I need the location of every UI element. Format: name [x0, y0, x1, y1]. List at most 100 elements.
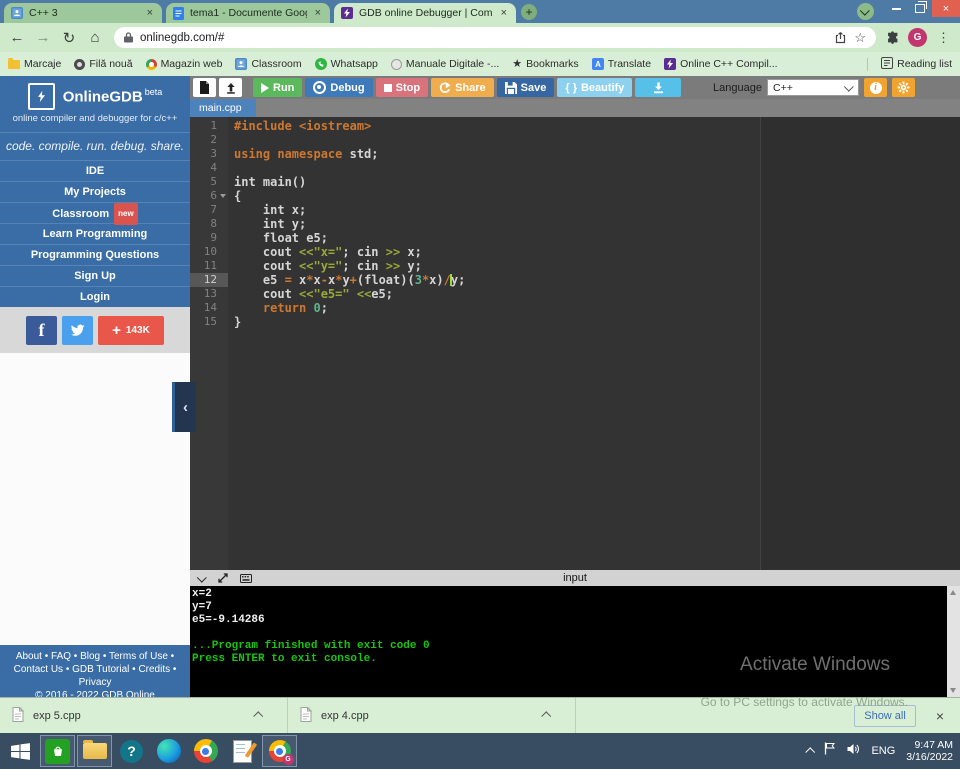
- footer-link[interactable]: Privacy: [79, 677, 112, 688]
- forward-button[interactable]: →: [34, 29, 52, 46]
- save-button[interactable]: Save: [497, 78, 555, 97]
- upload-button[interactable]: [219, 78, 242, 97]
- run-button[interactable]: Run: [253, 78, 302, 97]
- bookmark-item[interactable]: Magazin web: [146, 58, 223, 70]
- code-line: [234, 133, 960, 147]
- reading-list-button[interactable]: Reading list: [881, 57, 952, 72]
- taskbar-edge-button[interactable]: [151, 735, 186, 767]
- collapse-console-icon[interactable]: [199, 575, 206, 582]
- bookmark-item[interactable]: Whatsapp: [315, 58, 378, 70]
- reload-button[interactable]: ↻: [60, 29, 78, 47]
- beautify-button[interactable]: { }Beautify: [557, 78, 632, 97]
- bookmark-item[interactable]: Filă nouă: [74, 58, 132, 70]
- fold-caret-icon[interactable]: [220, 194, 226, 198]
- footer-link[interactable]: Contact Us: [14, 664, 63, 675]
- gplus-share-button[interactable]: + 143K: [98, 316, 164, 345]
- extensions-puzzle-icon[interactable]: [886, 31, 900, 45]
- sidebar-item-sign-up[interactable]: Sign Up: [0, 265, 190, 286]
- sidebar-item-programming-questions[interactable]: Programming Questions: [0, 244, 190, 265]
- reading-list-label: Reading list: [897, 58, 952, 70]
- chevron-up-icon[interactable]: [542, 710, 549, 722]
- sidebar-item-login[interactable]: Login: [0, 286, 190, 307]
- taskbar-store-button[interactable]: [40, 735, 75, 767]
- restore-button[interactable]: [908, 0, 932, 17]
- tab-search-button[interactable]: [857, 3, 874, 20]
- console-scrollbar[interactable]: [947, 586, 960, 697]
- action-center-flag-icon[interactable]: [824, 742, 836, 760]
- console-line: [192, 627, 960, 640]
- tab-close-icon[interactable]: ×: [313, 7, 323, 19]
- collapse-sidebar-handle[interactable]: ‹: [172, 382, 196, 432]
- browser-tab[interactable]: tema1 - Documente Google×: [166, 3, 330, 23]
- bookmark-label: Magazin web: [161, 58, 223, 70]
- sidebar-item-learn-programming[interactable]: Learn Programming: [0, 223, 190, 244]
- twitter-button[interactable]: [62, 316, 93, 345]
- tab-close-icon[interactable]: ×: [145, 7, 155, 19]
- minimize-button[interactable]: [884, 0, 908, 17]
- new-file-icon: [199, 81, 210, 94]
- taskbar-start-button[interactable]: [3, 735, 38, 767]
- lock-icon: [124, 32, 133, 43]
- bookmark-item[interactable]: Marcaje: [8, 58, 61, 70]
- download-button[interactable]: [635, 78, 681, 97]
- profile-avatar[interactable]: G: [908, 28, 927, 47]
- footer-link[interactable]: Blog: [80, 651, 100, 662]
- sidebar-item-my-projects[interactable]: My Projects: [0, 181, 190, 202]
- footer-link[interactable]: About: [16, 651, 42, 662]
- footer-link[interactable]: Terms of Use: [109, 651, 168, 662]
- settings-button[interactable]: [892, 78, 915, 97]
- download-item[interactable]: exp 5.cpp: [0, 698, 288, 733]
- facebook-button[interactable]: f: [26, 316, 57, 345]
- chevron-up-icon[interactable]: [254, 710, 261, 722]
- taskbar-help-button[interactable]: ?: [114, 735, 149, 767]
- bookmark-item[interactable]: Online C++ Compil...: [664, 58, 777, 70]
- close-button[interactable]: ×: [932, 0, 960, 17]
- new-file-button[interactable]: [193, 78, 216, 97]
- taskbar-chrome-window-button[interactable]: G: [262, 735, 297, 767]
- whatsapp-icon: [315, 58, 327, 70]
- logo-block[interactable]: OnlineGDBbeta online compiler and debugg…: [0, 76, 190, 132]
- expand-console-icon[interactable]: [218, 573, 228, 583]
- share-icon[interactable]: [834, 31, 847, 44]
- stop-button[interactable]: Stop: [376, 78, 428, 97]
- input-language-indicator[interactable]: ENG: [871, 745, 895, 757]
- bookmark-item[interactable]: ★Bookmarks: [512, 58, 578, 70]
- sidebar-item-ide[interactable]: IDE: [0, 160, 190, 181]
- code-editor[interactable]: 123456789101112131415 #include <iostream…: [190, 117, 960, 570]
- browser-menu-icon[interactable]: ⋮: [935, 30, 952, 46]
- bookmark-item[interactable]: Manuale Digitale -...: [391, 58, 499, 70]
- taskbar-notes-button[interactable]: [225, 735, 260, 767]
- editor-code[interactable]: #include <iostream>using namespace std;i…: [228, 117, 960, 570]
- share-button[interactable]: Share: [431, 78, 494, 97]
- taskbar-clock[interactable]: 9:47 AM 3/16/2022: [906, 739, 953, 764]
- address-bar[interactable]: onlinegdb.com/# ☆: [114, 27, 876, 48]
- file-tab-main-cpp[interactable]: main.cpp: [190, 99, 256, 117]
- footer-link[interactable]: FAQ: [51, 651, 71, 662]
- taskbar-explorer-button[interactable]: [77, 735, 112, 767]
- back-button[interactable]: ←: [8, 29, 26, 46]
- bookmark-item[interactable]: ATranslate: [592, 58, 651, 70]
- browser-tab[interactable]: GDB online Debugger | Compile×: [334, 3, 516, 23]
- info-button[interactable]: i: [864, 78, 887, 97]
- close-downloads-bar-button[interactable]: ×: [936, 708, 944, 724]
- tray-chevron-up-icon[interactable]: [806, 747, 816, 757]
- console-output[interactable]: x=2y=7e5=-9.14286 ...Program finished wi…: [190, 586, 960, 697]
- downloads-bar: exp 5.cppexp 4.cpp Go to PC settings to …: [0, 697, 960, 733]
- sidebar-item-classroom[interactable]: Classroomnew: [0, 202, 190, 223]
- bookmark-item[interactable]: Classroom: [235, 58, 301, 70]
- language-select[interactable]: C++: [767, 79, 859, 96]
- bookmark-star-icon[interactable]: ☆: [854, 30, 866, 46]
- url-text[interactable]: onlinegdb.com/#: [140, 32, 827, 44]
- download-item[interactable]: exp 4.cpp: [288, 698, 576, 733]
- tab-close-icon[interactable]: ×: [499, 7, 509, 19]
- browser-tab[interactable]: C++ 3×: [4, 3, 162, 23]
- speaker-icon[interactable]: [847, 742, 860, 760]
- line-number: 11: [190, 259, 228, 273]
- debug-button[interactable]: Debug: [305, 78, 372, 97]
- home-button[interactable]: ⌂: [86, 29, 104, 46]
- new-tab-button[interactable]: +: [521, 4, 537, 20]
- keyboard-icon[interactable]: [240, 574, 252, 583]
- footer-link[interactable]: Credits: [138, 664, 170, 675]
- taskbar-chrome-button[interactable]: [188, 735, 223, 767]
- footer-link[interactable]: GDB Tutorial: [72, 664, 129, 675]
